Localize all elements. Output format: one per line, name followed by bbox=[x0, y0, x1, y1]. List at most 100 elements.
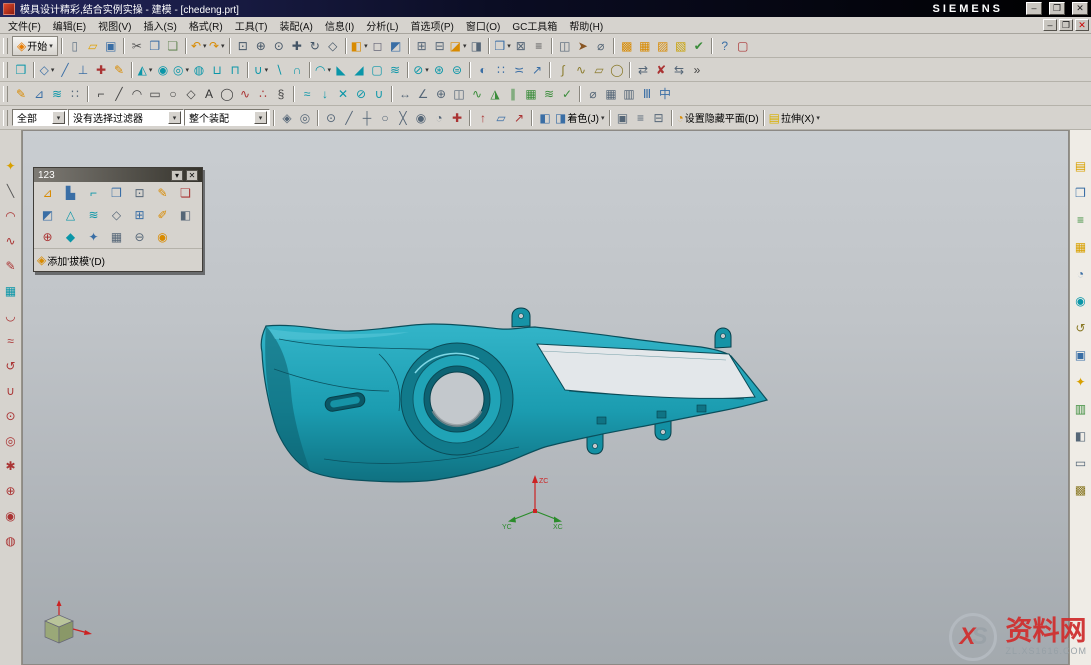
command-finder-icon[interactable]: ? bbox=[716, 37, 734, 55]
hd3d-tools-icon[interactable]: ◔ bbox=[1073, 266, 1089, 282]
dropdown-arrow-icon[interactable]: ▾ bbox=[185, 66, 189, 74]
palette-icon-3[interactable]: ⌐ bbox=[82, 183, 105, 203]
open-icon[interactable]: ▱ bbox=[84, 37, 102, 55]
palette-icon-5[interactable]: ⊡ bbox=[128, 183, 151, 203]
deviation-gauge-icon[interactable]: ⌀ bbox=[584, 85, 602, 103]
subtract-icon[interactable]: ∖ bbox=[270, 61, 288, 79]
dot-tool-icon[interactable]: ◉ bbox=[3, 508, 19, 524]
menu-assembly[interactable]: 装配(A) bbox=[273, 18, 318, 33]
constraint-navigator-icon[interactable]: ❒ bbox=[1073, 185, 1089, 201]
rotate-view-icon[interactable]: ↻ bbox=[306, 37, 324, 55]
dropdown-arrow-icon[interactable]: ▾ bbox=[221, 42, 225, 50]
type-filter-combo[interactable]: 全部▾ bbox=[12, 109, 68, 126]
palette-icon-2[interactable]: ▙ bbox=[59, 183, 82, 203]
curvature-graph-icon[interactable]: ∿ bbox=[468, 85, 486, 103]
dropdown-arrow-icon[interactable]: ▾ bbox=[168, 111, 181, 124]
layer-settings-icon[interactable]: ≡ bbox=[530, 37, 548, 55]
view-top-icon[interactable]: ⊟ bbox=[431, 37, 449, 55]
child-minimize-button[interactable]: – bbox=[1043, 19, 1057, 31]
materials-icon[interactable]: ▩ bbox=[1073, 482, 1089, 498]
plane-dialog-icon[interactable]: ▱ bbox=[492, 109, 510, 127]
dropdown-arrow-icon[interactable]: ▾ bbox=[364, 42, 368, 50]
intersect-icon[interactable]: ∩ bbox=[288, 61, 306, 79]
dropdown-arrow-icon[interactable]: ▾ bbox=[49, 42, 53, 50]
cut-icon[interactable]: ✂ bbox=[128, 37, 146, 55]
palette-icon-13[interactable]: ✐ bbox=[151, 205, 174, 225]
copy-icon[interactable]: ❐ bbox=[146, 37, 164, 55]
electrode-icon[interactable]: ▨ bbox=[654, 37, 672, 55]
thread-icon[interactable]: ≋ bbox=[386, 61, 404, 79]
new-icon[interactable]: ▯ bbox=[66, 37, 84, 55]
flower-tool-icon[interactable]: ✱ bbox=[3, 458, 19, 474]
perspective-icon[interactable]: ◇ bbox=[324, 37, 342, 55]
text-curve-icon[interactable]: A bbox=[200, 85, 218, 103]
dropdown-arrow-icon[interactable]: ▾ bbox=[51, 66, 55, 74]
wcs-dynamics-icon[interactable]: ↑ bbox=[474, 109, 492, 127]
menu-analysis[interactable]: 分析(L) bbox=[360, 18, 404, 33]
child-close-button[interactable]: ✕ bbox=[1075, 19, 1089, 31]
menu-help[interactable]: 帮助(H) bbox=[563, 18, 609, 33]
full-screen-icon[interactable]: ▢ bbox=[734, 37, 752, 55]
vector-dialog-icon[interactable]: ↗ bbox=[510, 109, 528, 127]
pattern-feature-icon[interactable]: ∷ bbox=[492, 61, 510, 79]
show-hide-icon[interactable]: ◫ bbox=[556, 37, 574, 55]
measure-body-icon[interactable]: ⊕ bbox=[432, 85, 450, 103]
part-navigator-icon[interactable]: ≡ bbox=[1073, 212, 1089, 228]
snap-center-icon[interactable]: ○ bbox=[376, 109, 394, 127]
palette-icon-11[interactable]: ◇ bbox=[105, 205, 128, 225]
face-analysis-icon[interactable]: ▦ bbox=[522, 85, 540, 103]
move-object-icon[interactable]: ➤ bbox=[574, 37, 592, 55]
feature-window-icon[interactable]: ❒ bbox=[12, 61, 30, 79]
through-curves-icon[interactable]: ∫ bbox=[554, 61, 572, 79]
line-icon[interactable]: ╱ bbox=[110, 85, 128, 103]
dropdown-arrow-icon[interactable]: ▾ bbox=[463, 42, 467, 50]
select-general-icon[interactable]: ◈ bbox=[278, 109, 296, 127]
revolve-icon[interactable]: ◉ bbox=[154, 61, 172, 79]
boss-icon[interactable]: ◍ bbox=[190, 61, 208, 79]
task-sketch-icon[interactable]: ✎ bbox=[12, 85, 30, 103]
menu-view[interactable]: 视图(V) bbox=[92, 18, 137, 33]
sketch-icon[interactable]: ✎ bbox=[110, 61, 128, 79]
target-tool-icon[interactable]: ⊕ bbox=[3, 483, 19, 499]
ellipse-tool-icon[interactable]: ◍ bbox=[3, 533, 19, 549]
ruled-surface-icon[interactable]: ▱ bbox=[590, 61, 608, 79]
progressive-die-icon[interactable]: ▧ bbox=[672, 37, 690, 55]
snap-point-icon[interactable]: ⊙ bbox=[322, 109, 340, 127]
spline-tool-icon[interactable]: ∿ bbox=[3, 233, 19, 249]
datum-csys-icon[interactable]: ⊥ bbox=[74, 61, 92, 79]
palette-icon-19[interactable]: ⊖ bbox=[128, 227, 151, 247]
palette-title-bar[interactable]: 123 ▾ ✕ bbox=[34, 168, 202, 182]
mold-wizard-icon[interactable]: ▩ bbox=[618, 37, 636, 55]
snap-midpoint-icon[interactable]: ┼ bbox=[358, 109, 376, 127]
polygon-icon[interactable]: ◇ bbox=[182, 85, 200, 103]
helix-icon[interactable]: § bbox=[272, 85, 290, 103]
shaded-edges-icon[interactable]: ◧▾ bbox=[350, 37, 369, 55]
bridge-curve-icon[interactable]: ∪ bbox=[370, 85, 388, 103]
display-list-icon[interactable]: ≡ bbox=[632, 109, 650, 127]
move-face-icon[interactable]: ⇄ bbox=[634, 61, 652, 79]
minimize-button[interactable]: – bbox=[1026, 2, 1042, 15]
pocket-icon[interactable]: ⊔ bbox=[208, 61, 226, 79]
dropdown-arrow-icon[interactable]: ▾ bbox=[265, 66, 269, 74]
dropdown-arrow-icon[interactable]: ▾ bbox=[52, 111, 65, 124]
palette-footer-command[interactable]: ◈添加'拔模'(D) bbox=[36, 251, 106, 269]
columns-icon[interactable]: Ⅲ bbox=[638, 85, 656, 103]
arc-tool-icon[interactable]: ◠ bbox=[3, 208, 19, 224]
palette-icon-8[interactable]: ◩ bbox=[36, 205, 59, 225]
circle-icon[interactable]: ○ bbox=[164, 85, 182, 103]
mirror-feature-icon[interactable]: ◐ bbox=[474, 61, 492, 79]
menu-format[interactable]: 格式(R) bbox=[183, 18, 229, 33]
shell-icon[interactable]: ▢ bbox=[368, 61, 386, 79]
assembly-navigator-icon[interactable]: ▤ bbox=[1073, 158, 1089, 174]
chamfer-icon[interactable]: ◣ bbox=[332, 61, 350, 79]
check-mate-icon[interactable]: ✔ bbox=[690, 37, 708, 55]
menu-window[interactable]: 窗口(O) bbox=[460, 18, 506, 33]
palette-icon-7[interactable]: ❏ bbox=[174, 183, 197, 203]
studio-render-icon[interactable]: ◩ bbox=[387, 37, 405, 55]
palette-icon-18[interactable]: ▦ bbox=[105, 227, 128, 247]
profile-icon[interactable]: ⌐ bbox=[92, 85, 110, 103]
sketch-tool-icon[interactable]: ✦ bbox=[3, 158, 19, 174]
ellipse-icon[interactable]: ◯ bbox=[218, 85, 236, 103]
touch-panel-icon[interactable]: ▭ bbox=[1073, 455, 1089, 471]
snap-quadrant-icon[interactable]: ◔ bbox=[430, 109, 448, 127]
